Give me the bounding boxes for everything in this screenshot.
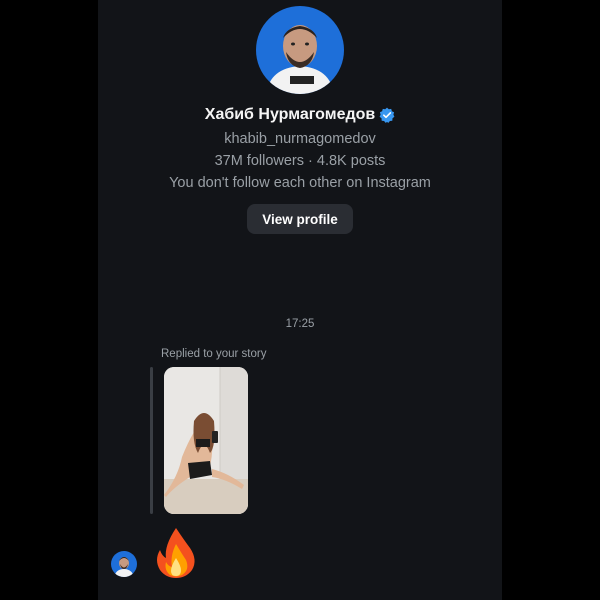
profile-name-row: Хабиб Нурмагомедов [98, 106, 502, 124]
verified-badge-icon [379, 107, 395, 123]
reply-context-label: Replied to your story [161, 348, 267, 360]
profile-username: khabib_nurmagomedov [224, 131, 376, 147]
story-thumbnail[interactable] [164, 367, 248, 514]
follow-status: You don't follow each other on Instagram [169, 175, 431, 191]
profile-display-name: Хабиб Нурмагомедов [204, 106, 376, 123]
dm-thread-screen: Хабиб Нурмагомедов khabib_nurmagomedov 3… [98, 0, 502, 600]
view-profile-button[interactable]: View profile [247, 204, 353, 234]
message-timestamp: 17:25 [285, 318, 315, 330]
profile-stats: 37M followers · 4.8K posts [214, 153, 386, 169]
sender-avatar[interactable] [111, 551, 137, 577]
reply-quote-bar [150, 367, 153, 514]
profile-avatar[interactable] [256, 6, 344, 94]
fire-emoji-icon [154, 526, 198, 578]
profile-photo [256, 6, 344, 94]
